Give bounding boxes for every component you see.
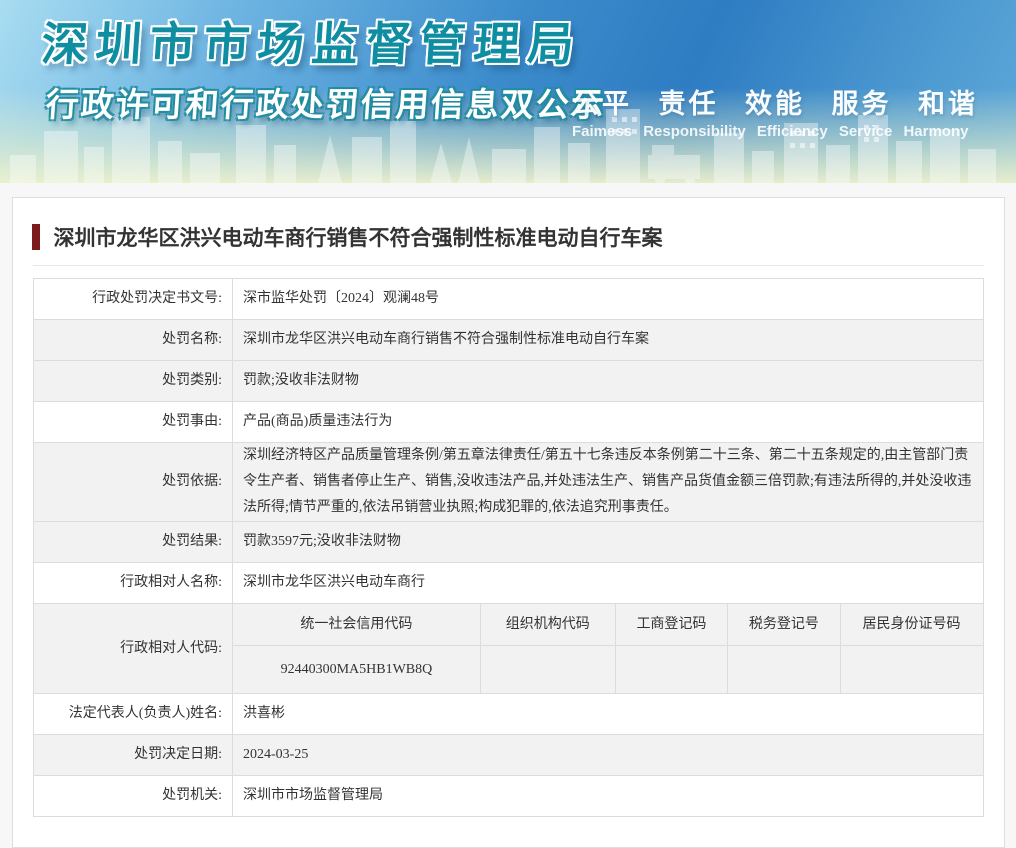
row-label: 处罚决定日期: [32, 734, 233, 776]
row-label: 行政处罚决定书文号: [32, 278, 233, 320]
row-label: 处罚名称: [32, 319, 233, 361]
table-row-legal-representative: 法定代表人(负责人)姓名: 洪喜彬 [32, 693, 984, 735]
codes-header-cell: 税务登记号 [727, 604, 841, 646]
row-label: 处罚类别: [32, 360, 233, 402]
row-label: 处罚机关: [32, 775, 233, 817]
codes-header-cell: 居民身份证号码 [839, 604, 983, 646]
page-title: 深圳市龙华区洪兴电动车商行销售不符合强制性标准电动自行车案 [53, 227, 663, 250]
row-value: 深圳市龙华区洪兴电动车商行销售不符合强制性标准电动自行车案 [232, 319, 984, 361]
row-label: 法定代表人(负责人)姓名: [32, 693, 233, 735]
codes-value-cell [839, 645, 983, 693]
row-value: 深圳市龙华区洪兴电动车商行 [232, 562, 984, 604]
row-value: 深圳经济特区产品质量管理条例/第五章法律责任/第五十七条违反本条例第二十三条、第… [232, 442, 984, 522]
table-row-penalty-category: 处罚类别: 罚款;没收非法财物 [32, 360, 984, 402]
codes-header-cell: 工商登记码 [614, 604, 728, 646]
row-label: 处罚依据: [32, 442, 233, 522]
row-value: 2024-03-25 [232, 734, 984, 776]
table-row-party-name: 行政相对人名称: 深圳市龙华区洪兴电动车商行 [32, 562, 984, 604]
row-label: 处罚事由: [32, 401, 233, 443]
row-label: 行政相对人代码: [32, 603, 233, 694]
site-banner: 深圳市市场监督管理局 行政许可和行政处罚信用信息双公示 公平 责任 效能 服务 … [0, 0, 1016, 183]
slogan-chinese: 公平 责任 效能 服务 和谐 [571, 89, 978, 119]
table-row-penalty-reason: 处罚事由: 产品(商品)质量违法行为 [32, 401, 984, 443]
row-value: 罚款;没收非法财物 [232, 360, 984, 402]
row-value: 深市监华处罚〔2024〕观澜48号 [232, 278, 984, 320]
codes-header-cell: 统一社会信用代码 [233, 604, 481, 646]
codes-value-row: 92440300MA5HB1WB8Q [233, 645, 983, 693]
case-detail-card: 深圳市龙华区洪兴电动车商行销售不符合强制性标准电动自行车案 行政处罚决定书文号:… [11, 197, 1005, 848]
table-row-penalty-authority: 处罚机关: 深圳市市场监督管理局 [32, 775, 984, 817]
table-row-decision-date: 处罚决定日期: 2024-03-25 [32, 734, 984, 776]
row-value: 产品(商品)质量违法行为 [232, 401, 984, 443]
codes-value-cell [727, 645, 841, 693]
table-row-penalty-result: 处罚结果: 罚款3597元;没收非法财物 [32, 521, 984, 563]
penalty-info-table: 行政处罚决定书文号: 深市监华处罚〔2024〕观澜48号 处罚名称: 深圳市龙华… [32, 278, 984, 817]
codes-value-cell [614, 645, 728, 693]
codes-value-cell [479, 645, 616, 693]
row-value: 罚款3597元;没收非法财物 [232, 521, 984, 563]
row-value: 深圳市市场监督管理局 [232, 775, 984, 817]
row-label: 行政相对人名称: [32, 562, 233, 604]
table-row-party-codes: 行政相对人代码: 统一社会信用代码 组织机构代码 工商登记码 税务登记号 居民身… [32, 603, 984, 694]
party-codes-table: 统一社会信用代码 组织机构代码 工商登记码 税务登记号 居民身份证号码 9244… [233, 604, 983, 693]
table-row-doc-number: 行政处罚决定书文号: 深市监华处罚〔2024〕观澜48号 [32, 278, 984, 320]
table-row-penalty-basis: 处罚依据: 深圳经济特区产品质量管理条例/第五章法律责任/第五十七条违反本条例第… [32, 442, 984, 522]
codes-header-row: 统一社会信用代码 组织机构代码 工商登记码 税务登记号 居民身份证号码 [233, 604, 983, 646]
table-row-penalty-name: 处罚名称: 深圳市龙华区洪兴电动车商行销售不符合强制性标准电动自行车案 [32, 319, 984, 361]
banner-subtitle: 行政许可和行政处罚信用信息双公示 [44, 86, 608, 123]
agency-name-title: 深圳市市场监督管理局 [39, 18, 584, 70]
codes-value-cell: 92440300MA5HB1WB8Q [233, 645, 481, 693]
slogan-english: Faimess Responsibility Efficiency Servic… [571, 123, 969, 140]
row-value: 洪喜彬 [232, 693, 984, 735]
case-title-row: 深圳市龙华区洪兴电动车商行销售不符合强制性标准电动自行车案 [31, 198, 984, 266]
codes-header-cell: 组织机构代码 [479, 604, 616, 646]
banner-slogan: 公平 责任 效能 服务 和谐 Faimess Responsibility Ef… [572, 82, 978, 140]
row-label: 处罚结果: [32, 521, 233, 563]
title-accent-bar [31, 224, 40, 250]
party-codes-cell: 统一社会信用代码 组织机构代码 工商登记码 税务登记号 居民身份证号码 9244… [232, 603, 984, 694]
content-area: 深圳市龙华区洪兴电动车商行销售不符合强制性标准电动自行车案 行政处罚决定书文号:… [0, 183, 1016, 848]
